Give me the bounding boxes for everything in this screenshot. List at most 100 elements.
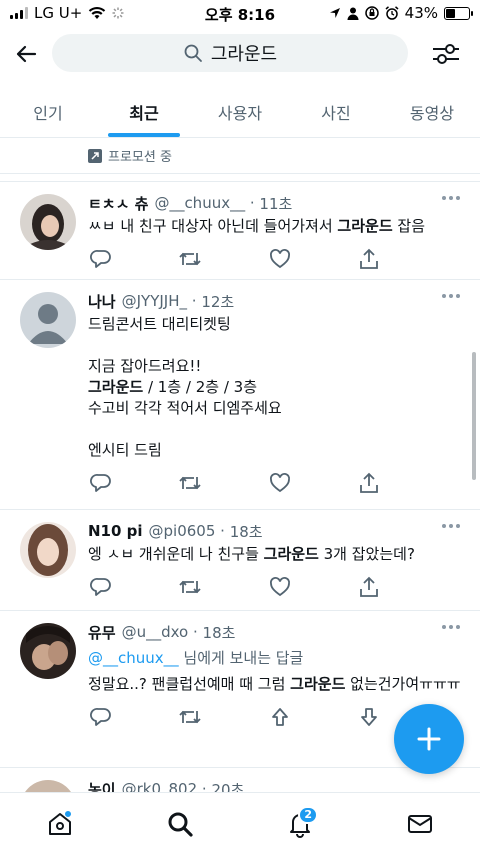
- tweet-text-part: 정말요..? 팬클럽선예매 때 그럼: [88, 675, 291, 693]
- reply-icon: [90, 708, 111, 726]
- like-button[interactable]: [267, 246, 293, 272]
- tab-photos[interactable]: 사진: [288, 88, 384, 137]
- alarm-icon: [385, 6, 399, 20]
- battery-icon: [444, 6, 473, 20]
- reply-button[interactable]: [88, 470, 114, 496]
- tab-top[interactable]: 인기: [0, 88, 96, 137]
- share-icon: [360, 576, 378, 597]
- reply-icon: [90, 250, 111, 268]
- search-header: 그라운드: [0, 30, 480, 78]
- share-icon: [360, 472, 378, 493]
- nav-messages[interactable]: [400, 804, 440, 844]
- tweet-handle[interactable]: @__chuux__: [154, 194, 245, 212]
- tweet-text-part: 잡음: [392, 217, 425, 235]
- plus-icon: [417, 727, 441, 751]
- tweet-text-highlight: 그라운드: [88, 378, 144, 396]
- share-button[interactable]: [356, 246, 382, 272]
- bottom-navigation: 2: [0, 792, 480, 854]
- heart-icon: [269, 577, 290, 597]
- tweet-handle[interactable]: @rk0_802: [122, 780, 198, 792]
- tweet-author-name[interactable]: N10 pi: [88, 522, 143, 540]
- tweet-handle[interactable]: @u__dxo: [122, 623, 189, 641]
- nav-notifications[interactable]: 2: [280, 804, 320, 844]
- tweet[interactable]: 농이 @rk0_802 · 20초: [0, 768, 480, 792]
- tweet-author-name[interactable]: 농이: [88, 779, 116, 793]
- sliders-icon: [433, 44, 459, 64]
- avatar[interactable]: [20, 292, 76, 348]
- status-bar: LG U+ 오후 8:16 43%: [0, 0, 480, 28]
- tweet-dot: ·: [245, 194, 260, 212]
- more-options-icon[interactable]: [442, 524, 460, 528]
- tweet-text: 드림콘서트 대리티켓팅 지금 잡아드려요!! 그라운드 / 1층 / 2층 / …: [88, 314, 464, 461]
- more-options-icon[interactable]: [442, 196, 460, 200]
- tweet-text: 엥 ㅅㅂ 개쉬운데 나 친구들 그라운드 3개 잡았는데?: [88, 544, 464, 565]
- retweet-button[interactable]: [177, 704, 203, 730]
- tweet-text-part: 엥 ㅅㅂ 개쉬운데 나 친구들: [88, 545, 264, 563]
- feed-scrollbar[interactable]: [472, 352, 476, 480]
- retweet-button[interactable]: [177, 246, 203, 272]
- tab-videos[interactable]: 동영상: [384, 88, 480, 137]
- reply-button[interactable]: [88, 574, 114, 600]
- promoted-icon: [88, 148, 102, 163]
- tweet-text-part: 드림콘서트 대리티켓팅 지금 잡아드려요!!: [88, 315, 231, 375]
- tweet-author-name[interactable]: 나나: [88, 291, 116, 312]
- more-options-icon[interactable]: [442, 294, 460, 298]
- tweet-text-highlight: 그라운드: [337, 217, 393, 235]
- notifications-badge: 2: [298, 805, 318, 824]
- tab-latest[interactable]: 최근: [96, 88, 192, 137]
- tweet-handle[interactable]: @JYYJJH_: [122, 292, 187, 310]
- tab-people[interactable]: 사용자: [192, 88, 288, 137]
- battery-level: [446, 8, 456, 18]
- tweet[interactable]: N10 pi @pi0605 · 18초 엥 ㅅㅂ 개쉬운데 나 친구들 그라운…: [0, 510, 480, 611]
- search-query: 그라운드: [210, 44, 278, 65]
- tweet-actions: [88, 461, 464, 505]
- avatar[interactable]: [20, 780, 76, 792]
- downvote-arrow-icon: [361, 708, 377, 726]
- retweet-button[interactable]: [177, 470, 203, 496]
- upvote-button[interactable]: [267, 704, 293, 730]
- downvote-button[interactable]: [356, 704, 382, 730]
- reply-button[interactable]: [88, 246, 114, 272]
- tweet-handle[interactable]: @pi0605: [149, 522, 216, 540]
- reply-icon: [90, 474, 111, 492]
- tweet-time: 20초: [211, 780, 245, 793]
- search-tabs: 인기 최근 사용자 사진 동영상: [0, 88, 480, 138]
- search-nav-icon: [168, 812, 193, 837]
- share-button[interactable]: [356, 470, 382, 496]
- more-options-icon[interactable]: [442, 625, 460, 629]
- avatar[interactable]: [20, 194, 76, 250]
- tweet-time: 12초: [201, 292, 235, 311]
- tweet[interactable]: 나나 @JYYJJH_ · 12초 드림콘서트 대리티켓팅 지금 잡아드려요!!…: [0, 280, 480, 510]
- tweet-header: 농이 @rk0_802 · 20초: [88, 778, 464, 792]
- search-filter-button[interactable]: [430, 38, 462, 70]
- compose-tweet-button[interactable]: [394, 704, 464, 774]
- tweet-text-part: 3개 잡았는데?: [318, 545, 415, 563]
- share-button[interactable]: [356, 574, 382, 600]
- tweet-time: 11초: [259, 194, 293, 213]
- like-button[interactable]: [267, 470, 293, 496]
- like-button[interactable]: [267, 574, 293, 600]
- tweet[interactable]: ㅌㅊㅅ 츄 @__chuux__ · 11초 ㅆㅂ 내 친구 대상자 아닌데 들…: [0, 182, 480, 280]
- tweet-author-name[interactable]: 유무: [88, 622, 116, 643]
- retweet-icon: [179, 476, 201, 490]
- home-new-dot: [64, 809, 72, 818]
- tweet-actions: [88, 237, 464, 281]
- tweet-text: ㅆㅂ 내 친구 대상자 아닌데 들어가져서 그라운드 잡음: [88, 216, 464, 237]
- reply-mention-link[interactable]: @__chuux__: [88, 649, 179, 667]
- retweet-button[interactable]: [177, 574, 203, 600]
- reply-button[interactable]: [88, 704, 114, 730]
- tweet-feed: 프로모션 중 ㅌㅊㅅ 츄 @__chuux__ · 11초 ㅆㅂ 내 친구 대상…: [0, 138, 480, 792]
- nav-home[interactable]: [40, 804, 80, 844]
- avatar[interactable]: [20, 623, 76, 679]
- nav-search[interactable]: [160, 804, 200, 844]
- search-input[interactable]: 그라운드: [52, 34, 408, 72]
- avatar[interactable]: [20, 522, 76, 578]
- lock-rotation-icon: [364, 6, 379, 20]
- tweet-author-name[interactable]: ㅌㅊㅅ 츄: [88, 193, 148, 214]
- tweet-header: ㅌㅊㅅ 츄 @__chuux__ · 11초: [88, 192, 464, 214]
- tweet-actions: [88, 565, 464, 609]
- tweet-dot: ·: [188, 623, 203, 641]
- back-button[interactable]: [10, 38, 42, 70]
- tweet-text-part: 없는건가여ㅠㅠㅠ: [345, 675, 461, 693]
- tweet-time: 18초: [202, 623, 236, 642]
